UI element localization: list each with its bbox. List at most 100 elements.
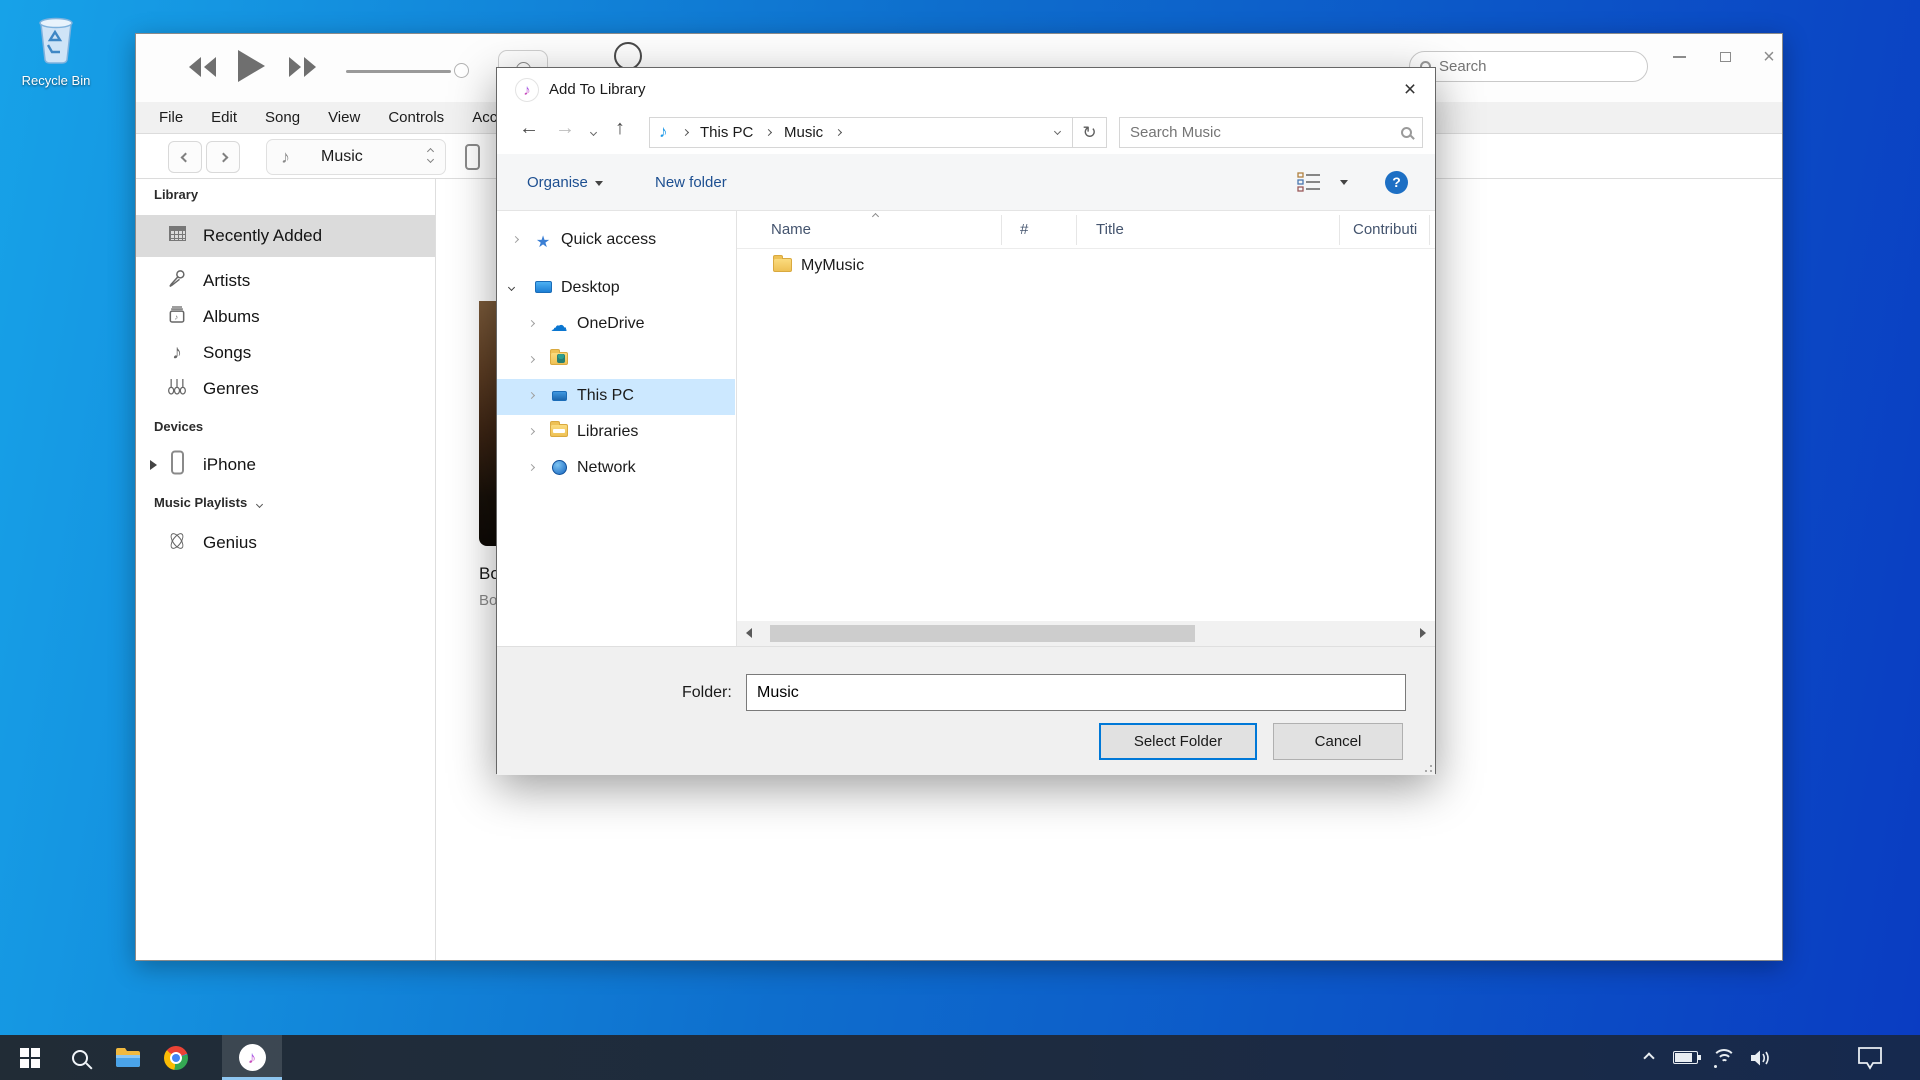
chevron-right-icon[interactable]: [528, 392, 535, 399]
desktop: Recycle Bin × File Edit Song: [0, 0, 1920, 1080]
chevron-left-icon: [180, 152, 190, 162]
device-button[interactable]: [454, 139, 490, 175]
taskbar-search-button[interactable]: [58, 1035, 102, 1080]
chevron-right-icon[interactable]: [528, 356, 535, 363]
sidebar-item-iphone[interactable]: iPhone: [136, 445, 435, 485]
tray-volume[interactable]: [1744, 1035, 1778, 1080]
add-to-library-dialog: ♪ Add To Library × ← → ↑ ♪ This PC Music…: [496, 67, 1436, 774]
view-dropdown-icon[interactable]: [1340, 180, 1348, 185]
nav-back-button[interactable]: ←: [519, 117, 539, 140]
library-selector-value: Music: [321, 148, 363, 166]
chevron-down-icon[interactable]: [508, 284, 515, 291]
close-button[interactable]: ×: [1755, 44, 1783, 70]
tree-item-libraries[interactable]: Libraries: [497, 415, 735, 451]
nav-history-chevron-icon[interactable]: [590, 129, 597, 136]
taskbar-chrome[interactable]: [154, 1035, 198, 1080]
svg-text:♪: ♪: [175, 313, 179, 322]
taskbar: ♪: [0, 1035, 1920, 1080]
sidebar-item-songs[interactable]: ♪ Songs: [136, 335, 435, 371]
dialog-close-button[interactable]: ×: [1395, 76, 1425, 103]
rewind-button[interactable]: [188, 56, 217, 78]
tray-network[interactable]: [1708, 1035, 1740, 1080]
music-note-icon: ♪: [659, 122, 668, 142]
tray-battery[interactable]: [1668, 1035, 1702, 1080]
breadcrumb-music[interactable]: Music: [784, 124, 823, 141]
chevron-right-icon[interactable]: [528, 464, 535, 471]
tray-show-hidden-icons[interactable]: [1636, 1035, 1662, 1080]
sidebar-item-albums[interactable]: ♪ Albums: [136, 299, 435, 335]
chevron-down-icon[interactable]: [256, 501, 263, 508]
nav-forward-button[interactable]: →: [555, 117, 575, 140]
volume-slider-thumb[interactable]: [454, 63, 469, 78]
help-button[interactable]: ?: [1385, 171, 1408, 194]
album-art[interactable]: [479, 301, 497, 546]
tree-item-this-pc[interactable]: This PC: [497, 379, 735, 415]
genres-icon: [166, 377, 188, 402]
menu-edit[interactable]: Edit: [211, 109, 237, 126]
maximize-button[interactable]: [1711, 44, 1739, 70]
scroll-right-icon[interactable]: [1420, 628, 1426, 638]
scrollbar-thumb[interactable]: [770, 625, 1195, 642]
dialog-title-bar[interactable]: ♪ Add To Library ×: [497, 68, 1435, 111]
fast-forward-button[interactable]: [288, 56, 317, 78]
view-mode-button[interactable]: [1297, 171, 1321, 198]
itunes-search-input[interactable]: [1439, 58, 1619, 75]
tree-item-onedrive[interactable]: ☁ OneDrive: [497, 307, 735, 343]
column-name[interactable]: Name: [771, 221, 811, 238]
dialog-search-box[interactable]: [1119, 117, 1423, 148]
tree-item-desktop[interactable]: Desktop: [497, 271, 735, 307]
breadcrumb-chevron-icon[interactable]: [682, 129, 689, 136]
sidebar-item-recently-added[interactable]: Recently Added: [136, 215, 435, 257]
chevron-right-icon[interactable]: [528, 428, 535, 435]
chevron-right-icon[interactable]: [528, 320, 535, 327]
taskbar-itunes[interactable]: ♪: [222, 1035, 282, 1080]
menu-song[interactable]: Song: [265, 109, 300, 126]
address-dropdown-icon[interactable]: [1054, 128, 1061, 135]
action-center-button[interactable]: [1850, 1035, 1890, 1080]
select-folder-button[interactable]: Select Folder: [1099, 723, 1257, 760]
column-title[interactable]: Title: [1096, 221, 1124, 238]
column-contributing[interactable]: Contributi: [1353, 221, 1417, 238]
libraries-icon: [549, 424, 569, 442]
volume-slider-track[interactable]: [346, 70, 451, 73]
menu-view[interactable]: View: [328, 109, 360, 126]
folder-name-input[interactable]: [746, 674, 1406, 711]
expand-triangle-icon[interactable]: [150, 460, 157, 470]
tree-item-network[interactable]: Network: [497, 451, 735, 487]
nav-up-button[interactable]: ↑: [615, 117, 625, 140]
chevron-right-icon: [218, 152, 228, 162]
back-button[interactable]: [168, 141, 202, 173]
breadcrumb-chevron-icon[interactable]: [765, 129, 772, 136]
sidebar-item-artists[interactable]: Artists: [136, 263, 435, 299]
chevron-right-icon[interactable]: [512, 236, 519, 243]
sidebar-item-genres[interactable]: Genres: [136, 371, 435, 407]
library-selector[interactable]: ♪ Music: [266, 139, 446, 175]
taskbar-file-explorer[interactable]: [106, 1035, 150, 1080]
tree-item-quick-access[interactable]: ★ Quick access: [497, 223, 735, 259]
scroll-left-icon[interactable]: [746, 628, 752, 638]
file-row-mymusic[interactable]: MyMusic: [737, 249, 1435, 285]
recycle-bin[interactable]: Recycle Bin: [18, 12, 94, 88]
breadcrumb-this-pc[interactable]: This PC: [700, 124, 753, 141]
cancel-button[interactable]: Cancel: [1273, 723, 1403, 760]
start-button[interactable]: [8, 1035, 52, 1080]
sidebar-item-genius[interactable]: Genius: [136, 523, 435, 563]
menu-file[interactable]: File: [159, 109, 183, 126]
refresh-button[interactable]: ↻: [1073, 117, 1107, 148]
play-button[interactable]: [236, 49, 266, 83]
tree-item-user-folder[interactable]: [497, 343, 735, 379]
menu-controls[interactable]: Controls: [388, 109, 444, 126]
organise-menu[interactable]: Organise: [527, 154, 603, 211]
breadcrumb-chevron-icon[interactable]: [835, 129, 842, 136]
column-number[interactable]: #: [1020, 221, 1028, 238]
horizontal-scrollbar[interactable]: [737, 621, 1435, 646]
music-note-icon: ♪: [281, 147, 290, 168]
forward-button[interactable]: [206, 141, 240, 173]
dialog-search-input[interactable]: [1130, 124, 1401, 141]
resize-grip[interactable]: [1420, 760, 1432, 772]
minimize-button[interactable]: [1665, 44, 1693, 70]
address-bar[interactable]: ♪ This PC Music: [649, 117, 1073, 148]
itunes-search-box[interactable]: [1409, 51, 1648, 82]
dialog-content: ★ Quick access Desktop ☁ OneDrive: [497, 211, 1435, 646]
new-folder-button[interactable]: New folder: [655, 154, 727, 211]
